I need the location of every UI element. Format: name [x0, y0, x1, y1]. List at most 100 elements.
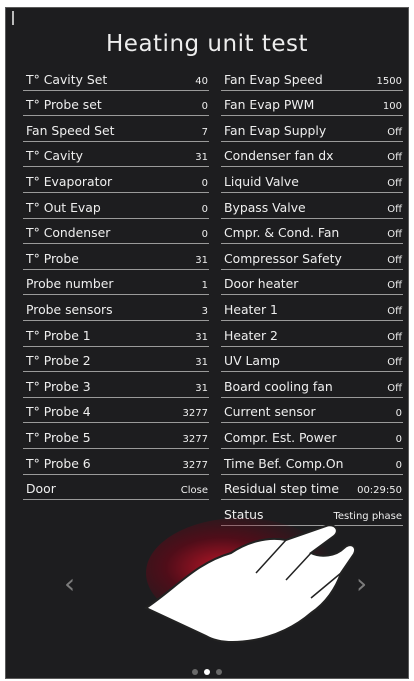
- test-screen: Heating unit test T° Cavity Set 40 T° Prob…: [5, 7, 409, 679]
- parameter-row: T° Condenser 0: [23, 219, 209, 245]
- swipe-hand-icon: [143, 524, 356, 644]
- parameter-row: Board cooling fan Off: [221, 372, 403, 398]
- page-dot[interactable]: [204, 669, 210, 675]
- parameter-label: Current sensor: [224, 404, 316, 420]
- parameter-row: Probe sensors 3: [23, 295, 209, 321]
- parameter-row: T° Probe 31: [23, 244, 209, 270]
- parameter-value: 31: [195, 382, 208, 394]
- parameter-value: 0: [201, 203, 208, 215]
- parameter-label: T° Probe 4: [26, 404, 91, 420]
- parameter-value: Off: [387, 382, 402, 394]
- parameter-label: T° Condenser: [26, 225, 111, 241]
- parameter-value: Off: [387, 331, 402, 343]
- parameter-value: Off: [387, 305, 402, 317]
- next-page-button[interactable]: ›: [356, 570, 367, 598]
- parameter-value: Off: [387, 357, 402, 369]
- parameter-value: 31: [195, 331, 208, 343]
- parameter-row: UV Lamp Off: [221, 347, 403, 373]
- parameter-label: T° Out Evap: [26, 199, 101, 215]
- parameter-label: T° Cavity Set: [26, 71, 108, 87]
- parameter-row: Residual step time 00:29:50: [221, 475, 403, 501]
- parameter-label: Compressor Safety: [224, 250, 342, 266]
- parameter-row: Condenser fan dx Off: [221, 142, 403, 168]
- parameter-label: T° Probe 5: [26, 429, 91, 445]
- parameter-value: 0: [395, 433, 402, 445]
- parameter-label: Fan Evap Supply: [224, 122, 327, 138]
- parameter-value: 0: [395, 459, 402, 471]
- parameter-label: Fan Evap Speed: [224, 71, 323, 87]
- parameter-label: Residual step time: [224, 481, 340, 497]
- parameter-row: T° Probe 5 3277: [23, 423, 209, 449]
- parameter-label: T° Evaporator: [26, 173, 113, 189]
- parameter-label: T° Probe 6: [26, 455, 91, 471]
- parameter-label: Cmpr. & Cond. Fan: [224, 225, 340, 241]
- parameter-label: UV Lamp: [224, 353, 280, 369]
- parameter-value: 31: [195, 152, 208, 164]
- page-indicator: [6, 660, 408, 678]
- top-edge-marker: [12, 11, 14, 25]
- parameter-row: T° Cavity 31: [23, 142, 209, 168]
- parameter-value: 3277: [182, 408, 208, 420]
- parameter-row: Bypass Valve Off: [221, 193, 403, 219]
- parameter-label: Door: [26, 481, 56, 497]
- parameter-row: T° Probe 2 31: [23, 347, 209, 373]
- chevron-left-icon: ‹: [64, 567, 76, 600]
- parameter-label: Probe sensors: [26, 301, 113, 317]
- parameter-label: Board cooling fan: [224, 378, 333, 394]
- parameter-label: Condenser fan dx: [224, 148, 334, 164]
- parameter-label: Fan Evap PWM: [224, 97, 315, 113]
- parameter-value: 0: [201, 101, 208, 113]
- parameter-row: Time Bef. Comp.On 0: [221, 449, 403, 475]
- parameter-row: Compressor Safety Off: [221, 244, 403, 270]
- parameter-label: Heater 1: [224, 301, 278, 317]
- parameter-row: T° Evaporator 0: [23, 167, 209, 193]
- parameter-row: Door Close: [23, 475, 209, 501]
- parameter-row: Fan Evap PWM 100: [221, 91, 403, 117]
- parameter-row: T° Out Evap 0: [23, 193, 209, 219]
- parameter-row: T° Probe 6 3277: [23, 449, 209, 475]
- parameter-label: T° Probe: [26, 250, 79, 266]
- parameter-row: T° Probe set 0: [23, 91, 209, 117]
- parameter-row: Door heater Off: [221, 270, 403, 296]
- parameter-label: T° Probe 3: [26, 378, 91, 394]
- parameter-label: Bypass Valve: [224, 199, 306, 215]
- parameter-value: 0: [395, 408, 402, 420]
- left-parameter-list: T° Cavity Set 40 T° Probe set 0 Fan Speed Se…: [23, 65, 209, 501]
- parameter-value: 3277: [182, 459, 208, 471]
- parameter-label: T° Probe 1: [26, 327, 91, 343]
- parameter-row: Fan Evap Supply Off: [221, 116, 403, 142]
- parameter-value: Off: [387, 126, 402, 138]
- page-dot[interactable]: [192, 669, 198, 675]
- parameter-row: T° Probe 4 3277: [23, 398, 209, 424]
- parameter-value: 3277: [182, 433, 208, 445]
- parameter-label: Probe number: [26, 276, 114, 292]
- right-parameter-list: Fan Evap Speed 1500 Fan Evap PWM 100 Fan Eva…: [221, 65, 403, 526]
- parameter-value: Close: [180, 485, 208, 497]
- chevron-right-icon: ›: [356, 567, 368, 600]
- parameter-value: Off: [387, 280, 402, 292]
- parameter-value: 31: [195, 254, 208, 266]
- parameter-value: 0: [201, 229, 208, 241]
- parameter-label: Compr. Est. Power: [224, 429, 337, 445]
- parameter-row: Liquid Valve Off: [221, 167, 403, 193]
- parameter-row: Fan Speed Set 7: [23, 116, 209, 142]
- parameter-row: Probe number 1: [23, 270, 209, 296]
- previous-page-button[interactable]: ‹: [64, 570, 75, 598]
- parameter-label: Fan Speed Set: [26, 122, 115, 138]
- parameter-value: 0: [201, 177, 208, 189]
- parameter-label: Door heater: [224, 276, 299, 292]
- parameter-row: Heater 1 Off: [221, 295, 403, 321]
- page-dot[interactable]: [216, 669, 222, 675]
- parameter-value: 00:29:50: [357, 485, 402, 497]
- page-title: Heating unit test: [106, 31, 308, 57]
- parameter-label: Heater 2: [224, 327, 278, 343]
- parameter-label: T° Probe 2: [26, 353, 91, 369]
- parameter-row: Heater 2 Off: [221, 321, 403, 347]
- parameter-value: Off: [387, 177, 402, 189]
- parameter-label: Time Bef. Comp.On: [224, 455, 344, 471]
- parameter-value: 1: [201, 280, 208, 292]
- parameter-value: 31: [195, 357, 208, 369]
- parameter-label: Liquid Valve: [224, 173, 299, 189]
- parameter-value: 3: [201, 305, 208, 317]
- parameter-value: 1500: [376, 75, 402, 87]
